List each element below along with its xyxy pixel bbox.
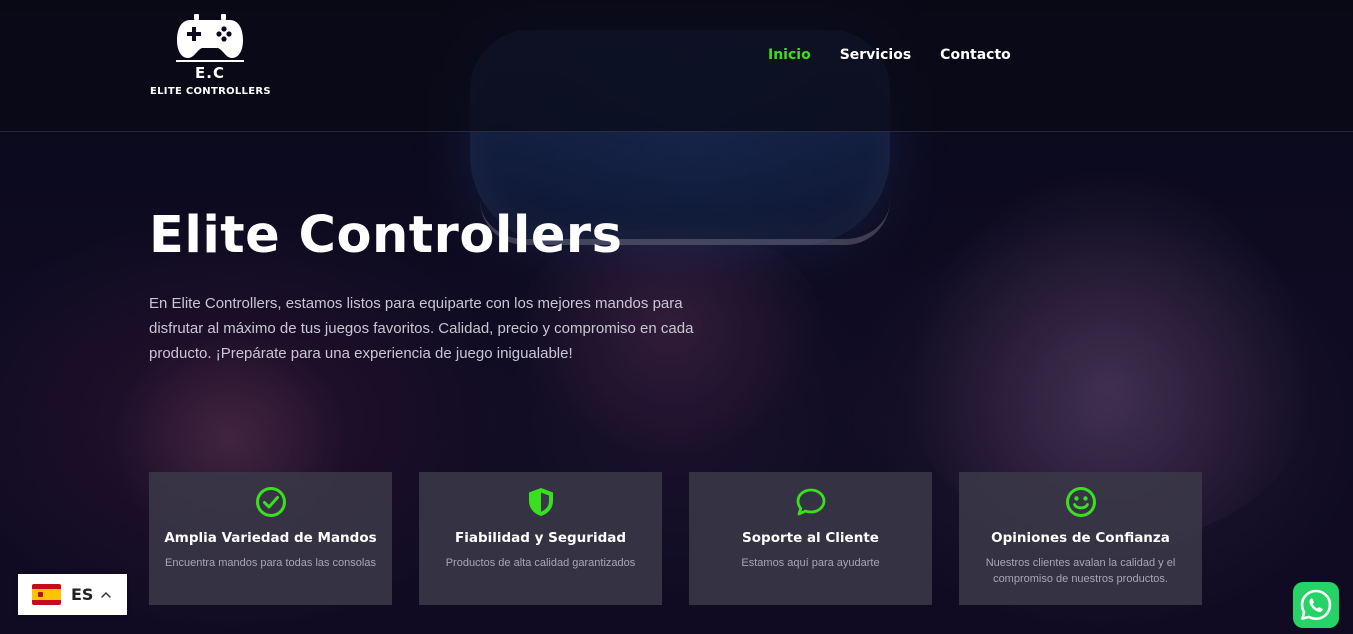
language-code: ES — [71, 585, 94, 604]
feature-card-fiabilidad: Fiabilidad y Seguridad Productos de alta… — [419, 472, 662, 605]
feature-title: Opiniones de Confianza — [991, 530, 1170, 546]
chevron-up-icon — [101, 591, 112, 598]
logo-name: ELITE CONTROLLERS — [150, 86, 271, 97]
feature-description: Encuentra mandos para todas las consolas — [165, 557, 376, 569]
feature-title: Soporte al Cliente — [742, 530, 879, 546]
hero-description: En Elite Controllers, estamos listos par… — [149, 295, 694, 362]
feature-cards: Amplia Variedad de Mandos Encuentra mand… — [149, 472, 1202, 605]
gamepad-icon — [177, 14, 243, 58]
feature-title: Fiabilidad y Seguridad — [454, 530, 627, 546]
site-logo[interactable]: E.C ELITE CONTROLLERS — [150, 14, 271, 97]
whatsapp-button[interactable] — [1293, 582, 1339, 628]
logo-initials: E.C — [195, 64, 225, 82]
feature-card-variedad: Amplia Variedad de Mandos Encuentra mand… — [149, 472, 392, 605]
feature-description: Nuestros clientes avalan la calidad y el… — [985, 557, 1176, 585]
feature-description: Estamos aquí para ayudarte — [741, 557, 880, 569]
whatsapp-icon — [1300, 589, 1332, 621]
feature-card-soporte: Soporte al Cliente Estamos aquí para ayu… — [689, 472, 932, 605]
chat-bubble-icon — [796, 488, 825, 516]
language-selector[interactable]: ES — [18, 574, 127, 615]
feature-title: Amplia Variedad de Mandos — [164, 530, 377, 546]
check-circle-icon — [255, 487, 286, 517]
nav-item-inicio[interactable]: Inicio — [768, 45, 811, 65]
main-nav: Inicio Servicios Contacto — [768, 45, 1011, 65]
hero-title: Elite Controllers — [149, 206, 623, 265]
site-header: E.C ELITE CONTROLLERS Inicio Servicios C… — [0, 0, 1353, 132]
logo-divider — [176, 60, 244, 62]
shield-icon — [528, 488, 553, 516]
nav-item-contacto[interactable]: Contacto — [940, 45, 1011, 65]
feature-description: Productos de alta calidad garantizados — [445, 557, 636, 569]
spain-flag-icon — [32, 584, 61, 605]
nav-item-servicios[interactable]: Servicios — [840, 45, 911, 65]
feature-card-opiniones: Opiniones de Confianza Nuestros clientes… — [959, 472, 1202, 605]
smiley-icon — [1065, 487, 1096, 517]
